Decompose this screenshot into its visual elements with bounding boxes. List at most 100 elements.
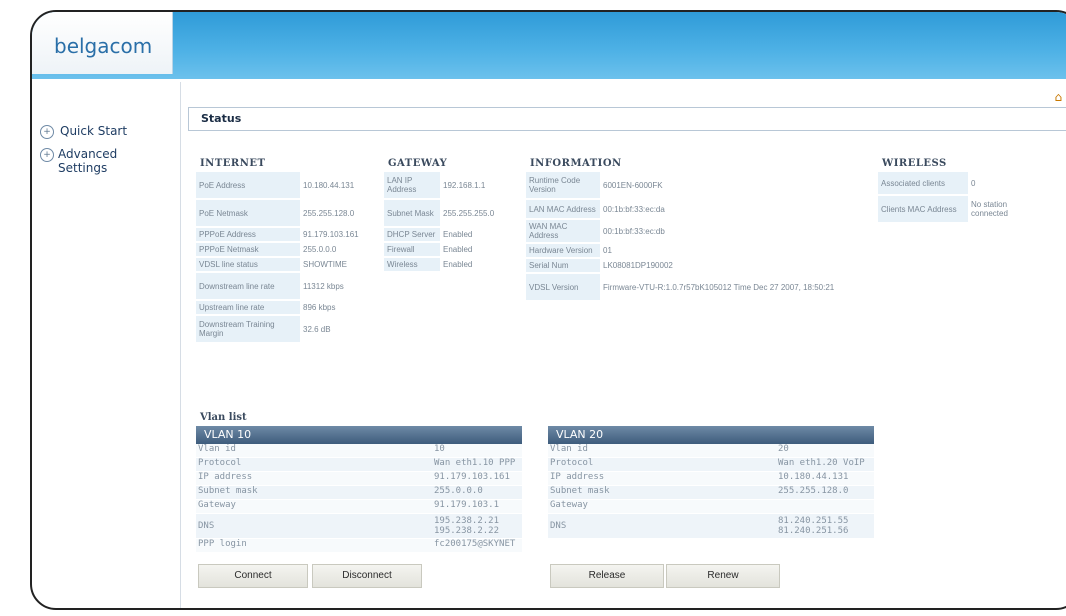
table-key: Firewall bbox=[384, 243, 440, 256]
table-row: Protocol Wan eth1.10 PPP bbox=[196, 458, 522, 472]
table-row: Upstream line rate 896 kbps bbox=[196, 301, 378, 314]
table-key: Wireless bbox=[384, 258, 440, 271]
table-value: 10.180.44.131 bbox=[778, 472, 849, 482]
table-key: Vlan id bbox=[550, 444, 588, 454]
table-value: 32.6 dB bbox=[300, 316, 378, 342]
table-key: DHCP Server bbox=[384, 228, 440, 241]
table-row: Wireless Enabled bbox=[384, 258, 506, 271]
internet-title: INTERNET bbox=[200, 158, 266, 169]
table-row: IP address 91.179.103.161 bbox=[196, 472, 522, 486]
table-row: Associated clients 0 bbox=[878, 172, 1034, 194]
table-row: Hardware Version 01 bbox=[526, 244, 868, 257]
table-key: Runtime Code Version bbox=[526, 172, 600, 198]
table-value: 195.238.2.21 195.238.2.22 bbox=[434, 516, 500, 536]
table-row: Gateway bbox=[548, 500, 874, 514]
table-value: 20 bbox=[778, 444, 789, 454]
table-value: 6001EN-6000FK bbox=[600, 172, 868, 198]
table-value: 0 bbox=[968, 172, 1034, 194]
table-value: SHOWTIME bbox=[300, 258, 378, 271]
sidebar-divider bbox=[180, 82, 181, 608]
belgacom-logo[interactable]: belgacom bbox=[54, 34, 152, 58]
table-value: fc200175@SKYNET bbox=[434, 539, 516, 549]
table-key: Clients MAC Address bbox=[878, 196, 968, 222]
gateway-table: LAN IP Address 192.168.1.1 Subnet Mask 255… bbox=[384, 170, 506, 273]
table-row: PPPoE Address 91.179.103.161 bbox=[196, 228, 378, 241]
table-row: Clients MAC Address No station connected bbox=[878, 196, 1034, 222]
table-value: 10.180.44.131 bbox=[300, 172, 378, 198]
vlan-rows: Vlan id 10 Protocol Wan eth1.10 PPP IP add… bbox=[196, 444, 522, 553]
connect-button[interactable]: Connect bbox=[198, 564, 308, 588]
table-value: Wan eth1.20 VoIP bbox=[778, 458, 865, 468]
table-value: 255.255.255.0 bbox=[440, 200, 506, 226]
table-key: DNS bbox=[550, 521, 567, 531]
table-key: Vlan id bbox=[198, 444, 236, 454]
table-row: DHCP Server Enabled bbox=[384, 228, 506, 241]
vlan-header: VLAN 20 bbox=[548, 426, 874, 444]
table-value: 91.179.103.161 bbox=[434, 472, 510, 482]
table-row: IP address 10.180.44.131 bbox=[548, 472, 874, 486]
vlan-header: VLAN 10 bbox=[196, 426, 522, 444]
table-value: 00:1b:bf:33:ec:da bbox=[600, 200, 868, 218]
renew-button[interactable]: Renew bbox=[666, 564, 780, 588]
sidebar: + Quick Start + Advanced Settings bbox=[32, 124, 162, 183]
table-key: Serial Num bbox=[526, 259, 600, 272]
table-value: Enabled bbox=[440, 228, 506, 241]
table-value: 91.179.103.1 bbox=[434, 500, 500, 510]
table-key: PPPoE Netmask bbox=[196, 243, 300, 256]
table-row: VDSL Version Firmware-VTU-R:1.0.7r57bK105… bbox=[526, 274, 868, 300]
information-table: Runtime Code Version 6001EN-6000FK LAN MA… bbox=[526, 170, 868, 302]
table-value: Wan eth1.10 PPP bbox=[434, 458, 516, 468]
table-value: 91.179.103.161 bbox=[300, 228, 378, 241]
table-value: Enabled bbox=[440, 243, 506, 256]
table-key: Protocol bbox=[550, 458, 594, 468]
table-row: Serial Num LK08081DP190002 bbox=[526, 259, 868, 272]
wireless-table: Associated clients 0 Clients MAC Address N… bbox=[878, 170, 1034, 224]
sidebar-item-quick-start[interactable]: + Quick Start bbox=[32, 124, 162, 139]
table-value: 81.240.251.55 81.240.251.56 bbox=[778, 516, 849, 536]
table-key: Subnet mask bbox=[198, 486, 258, 496]
table-value: 896 kbps bbox=[300, 301, 378, 314]
release-button[interactable]: Release bbox=[550, 564, 664, 588]
gateway-title: GATEWAY bbox=[388, 158, 448, 169]
table-value: 255.0.0.0 bbox=[434, 486, 483, 496]
table-key: Downstream line rate bbox=[196, 273, 300, 299]
table-row: Subnet Mask 255.255.255.0 bbox=[384, 200, 506, 226]
table-row: DNS 81.240.251.55 81.240.251.56 bbox=[548, 514, 874, 539]
table-key: Associated clients bbox=[878, 172, 968, 194]
logo-box: belgacom bbox=[32, 12, 173, 74]
router-window: belgacom ⌂ ⇥ + Quick Start + Advanced Se… bbox=[30, 10, 1066, 610]
table-value: No station connected bbox=[968, 196, 1034, 222]
table-key: Gateway bbox=[550, 500, 588, 510]
disconnect-button[interactable]: Disconnect bbox=[312, 564, 422, 588]
sidebar-item-advanced-settings[interactable]: + Advanced Settings bbox=[32, 147, 162, 175]
table-key: Upstream line rate bbox=[196, 301, 300, 314]
table-key: Downstream Training Margin bbox=[196, 316, 300, 342]
table-key: PoE Netmask bbox=[196, 200, 300, 226]
table-row: Protocol Wan eth1.20 VoIP bbox=[548, 458, 874, 472]
top-icons: ⌂ ⇥ bbox=[1054, 90, 1066, 104]
table-row: Firewall Enabled bbox=[384, 243, 506, 256]
table-key: IP address bbox=[550, 472, 605, 482]
table-row: VDSL line status SHOWTIME bbox=[196, 258, 378, 271]
table-row: LAN IP Address 192.168.1.1 bbox=[384, 172, 506, 198]
table-key: PoE Address bbox=[196, 172, 300, 198]
table-value: 01 bbox=[600, 244, 868, 257]
table-key: LAN MAC Address bbox=[526, 200, 600, 218]
table-row: PPPoE Netmask 255.0.0.0 bbox=[196, 243, 378, 256]
table-key: PPP login bbox=[198, 539, 247, 549]
table-row: Vlan id 20 bbox=[548, 444, 874, 458]
table-value: Enabled bbox=[440, 258, 506, 271]
table-value: 192.168.1.1 bbox=[440, 172, 506, 198]
table-value: LK08081DP190002 bbox=[600, 259, 868, 272]
table-value: 255.0.0.0 bbox=[300, 243, 378, 256]
table-value bbox=[778, 500, 874, 513]
table-key: DNS bbox=[198, 521, 215, 531]
home-icon[interactable]: ⌂ bbox=[1054, 90, 1062, 104]
table-key: Subnet Mask bbox=[384, 200, 440, 226]
plus-circle-icon: + bbox=[40, 148, 54, 162]
table-row: WAN MAC Address 00:1b:bf:33:ec:db bbox=[526, 220, 868, 242]
table-key: VDSL line status bbox=[196, 258, 300, 271]
sidebar-item-label: Advanced Settings bbox=[58, 147, 118, 175]
table-row: PoE Address 10.180.44.131 bbox=[196, 172, 378, 198]
table-row: PoE Netmask 255.255.128.0 bbox=[196, 200, 378, 226]
